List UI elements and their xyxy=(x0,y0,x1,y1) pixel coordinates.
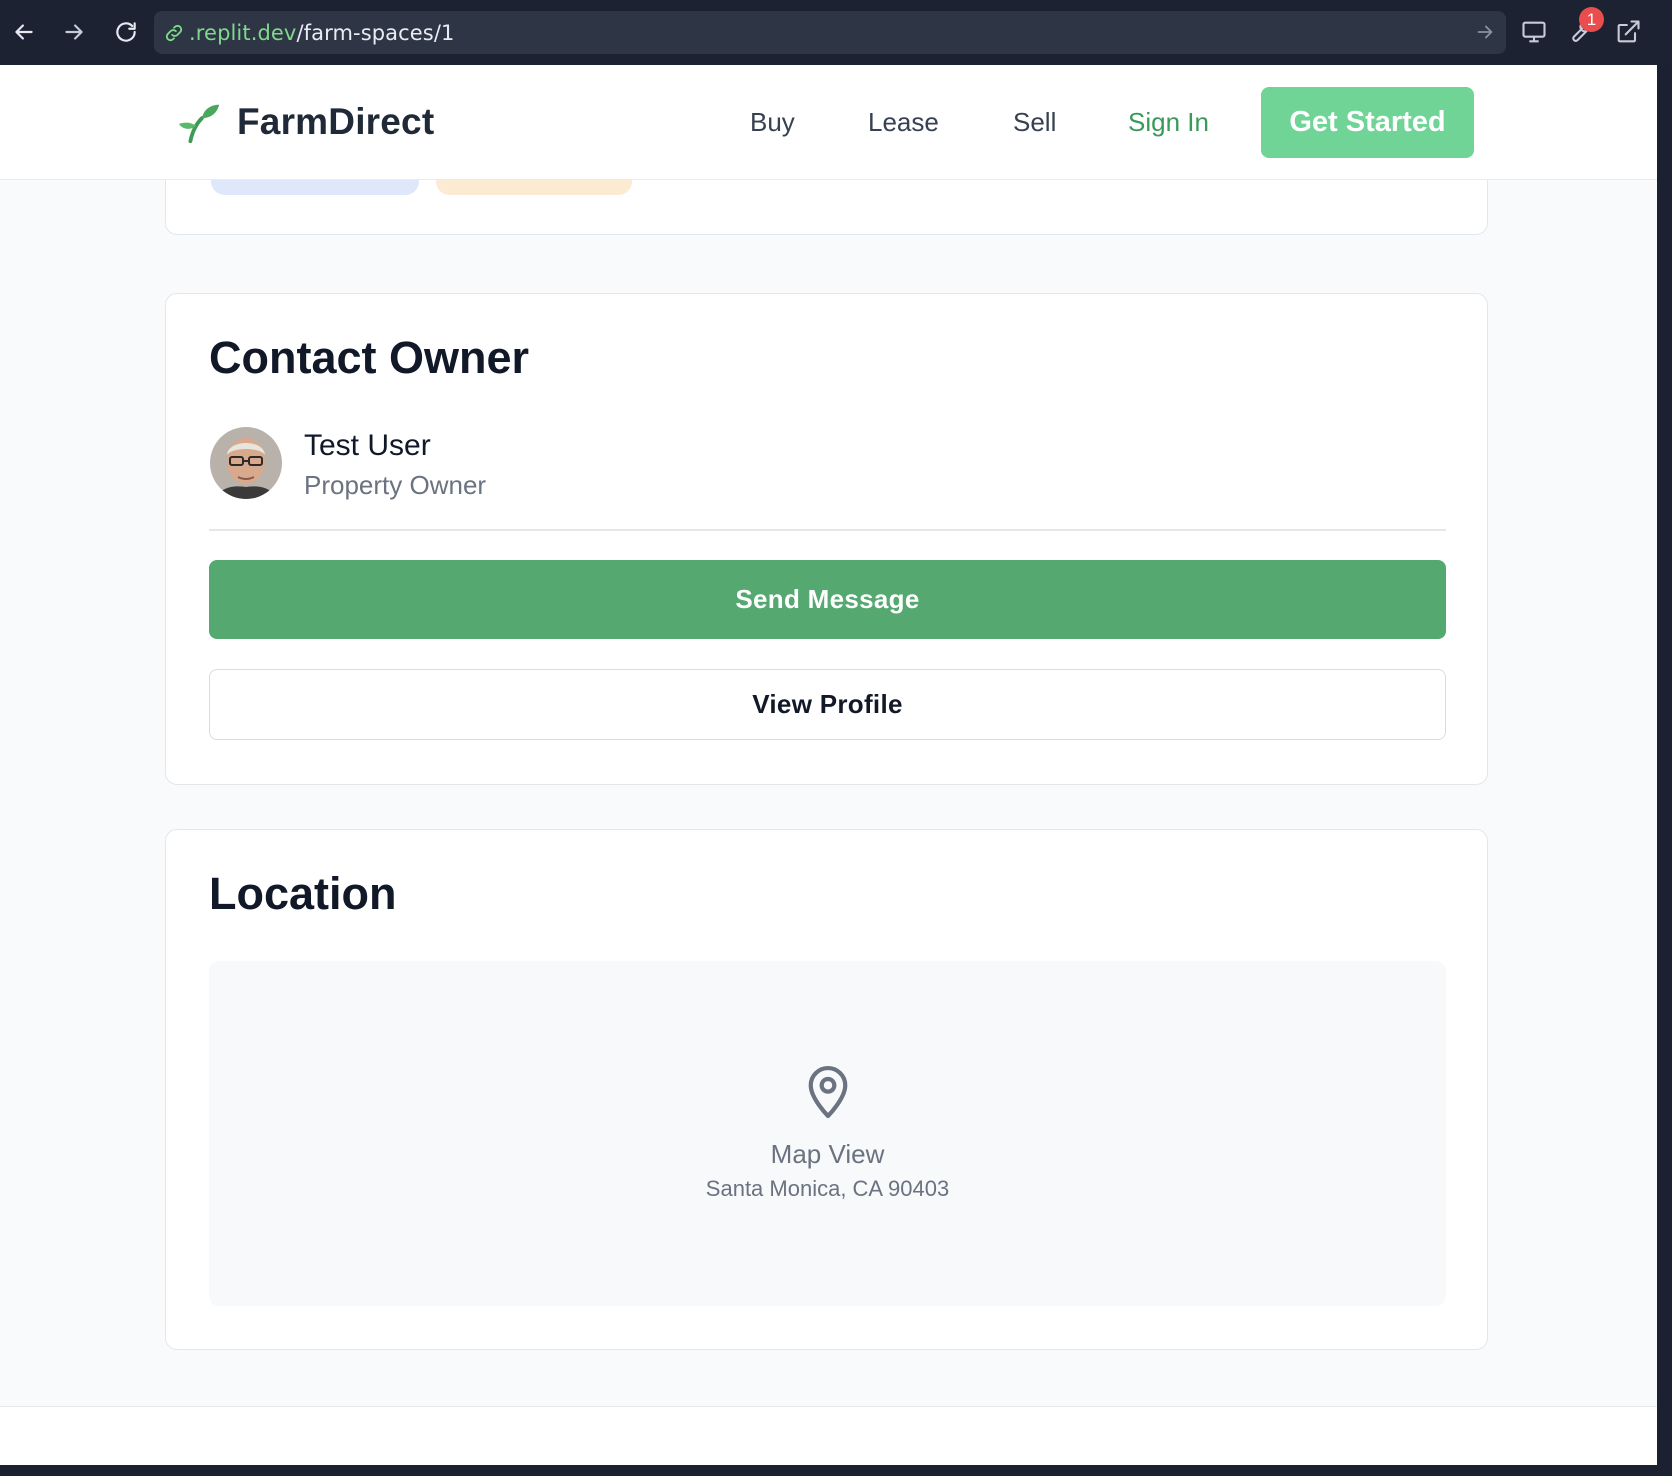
page-viewport: FarmDirect Buy Lease Sell Sign In Get St… xyxy=(0,65,1657,1465)
contact-owner-title: Contact Owner xyxy=(209,332,530,383)
window-edge xyxy=(1657,65,1672,1476)
forward-arrow-icon xyxy=(65,24,83,40)
location-card: Location Map View Santa Monica, CA 90403 xyxy=(165,829,1488,1350)
map-placeholder[interactable]: Map View Santa Monica, CA 90403 xyxy=(209,961,1446,1306)
back-button[interactable] xyxy=(6,14,42,50)
brand-name: FarmDirect xyxy=(237,101,435,142)
back-arrow-icon xyxy=(15,24,33,40)
external-link-icon xyxy=(1617,20,1640,43)
owner-role: Property Owner xyxy=(304,470,487,500)
nav-sell[interactable]: Sell xyxy=(1013,107,1056,138)
monitor-icon xyxy=(1522,21,1546,43)
reload-icon xyxy=(116,22,136,42)
link-icon xyxy=(165,24,183,41)
send-message-button[interactable]: Send Message xyxy=(209,560,1446,639)
notification-badge: 1 xyxy=(1579,7,1604,32)
map-address: Santa Monica, CA 90403 xyxy=(705,1176,950,1201)
url-domain: .replit.dev xyxy=(189,20,297,45)
logo[interactable]: FarmDirect xyxy=(177,99,434,145)
go-arrow-icon[interactable] xyxy=(1474,21,1496,43)
location-title: Location xyxy=(209,868,397,919)
contact-owner-card: Contact Owner Test User Property Owner S… xyxy=(165,293,1488,785)
sprout-logo-icon xyxy=(178,104,220,144)
open-external-button[interactable] xyxy=(1610,14,1646,50)
url-text: .replit.dev/farm-spaces/1 xyxy=(189,21,455,45)
url-path: /farm-spaces/1 xyxy=(296,20,455,45)
map-view-label: Map View xyxy=(770,1139,885,1169)
nav-buy[interactable]: Buy xyxy=(750,107,795,138)
owner-name: Test User xyxy=(304,429,431,462)
divider xyxy=(209,529,1446,531)
browser-toolbar: .replit.dev/farm-spaces/1 1 xyxy=(0,0,1672,65)
address-bar[interactable]: .replit.dev/farm-spaces/1 xyxy=(154,11,1506,54)
footer xyxy=(0,1406,1657,1465)
avatar xyxy=(210,427,282,499)
site-header: FarmDirect Buy Lease Sell Sign In Get St… xyxy=(0,65,1657,180)
reload-button[interactable] xyxy=(108,14,144,50)
window-edge xyxy=(0,1465,1672,1476)
forward-button[interactable] xyxy=(56,14,92,50)
get-started-button[interactable]: Get Started xyxy=(1261,87,1474,158)
nav-sign-in[interactable]: Sign In xyxy=(1128,107,1209,138)
owner-photo xyxy=(210,427,282,499)
nav-lease[interactable]: Lease xyxy=(868,107,939,138)
map-pin-icon xyxy=(808,1065,848,1119)
devices-button[interactable] xyxy=(1516,14,1552,50)
view-profile-button[interactable]: View Profile xyxy=(209,669,1446,740)
